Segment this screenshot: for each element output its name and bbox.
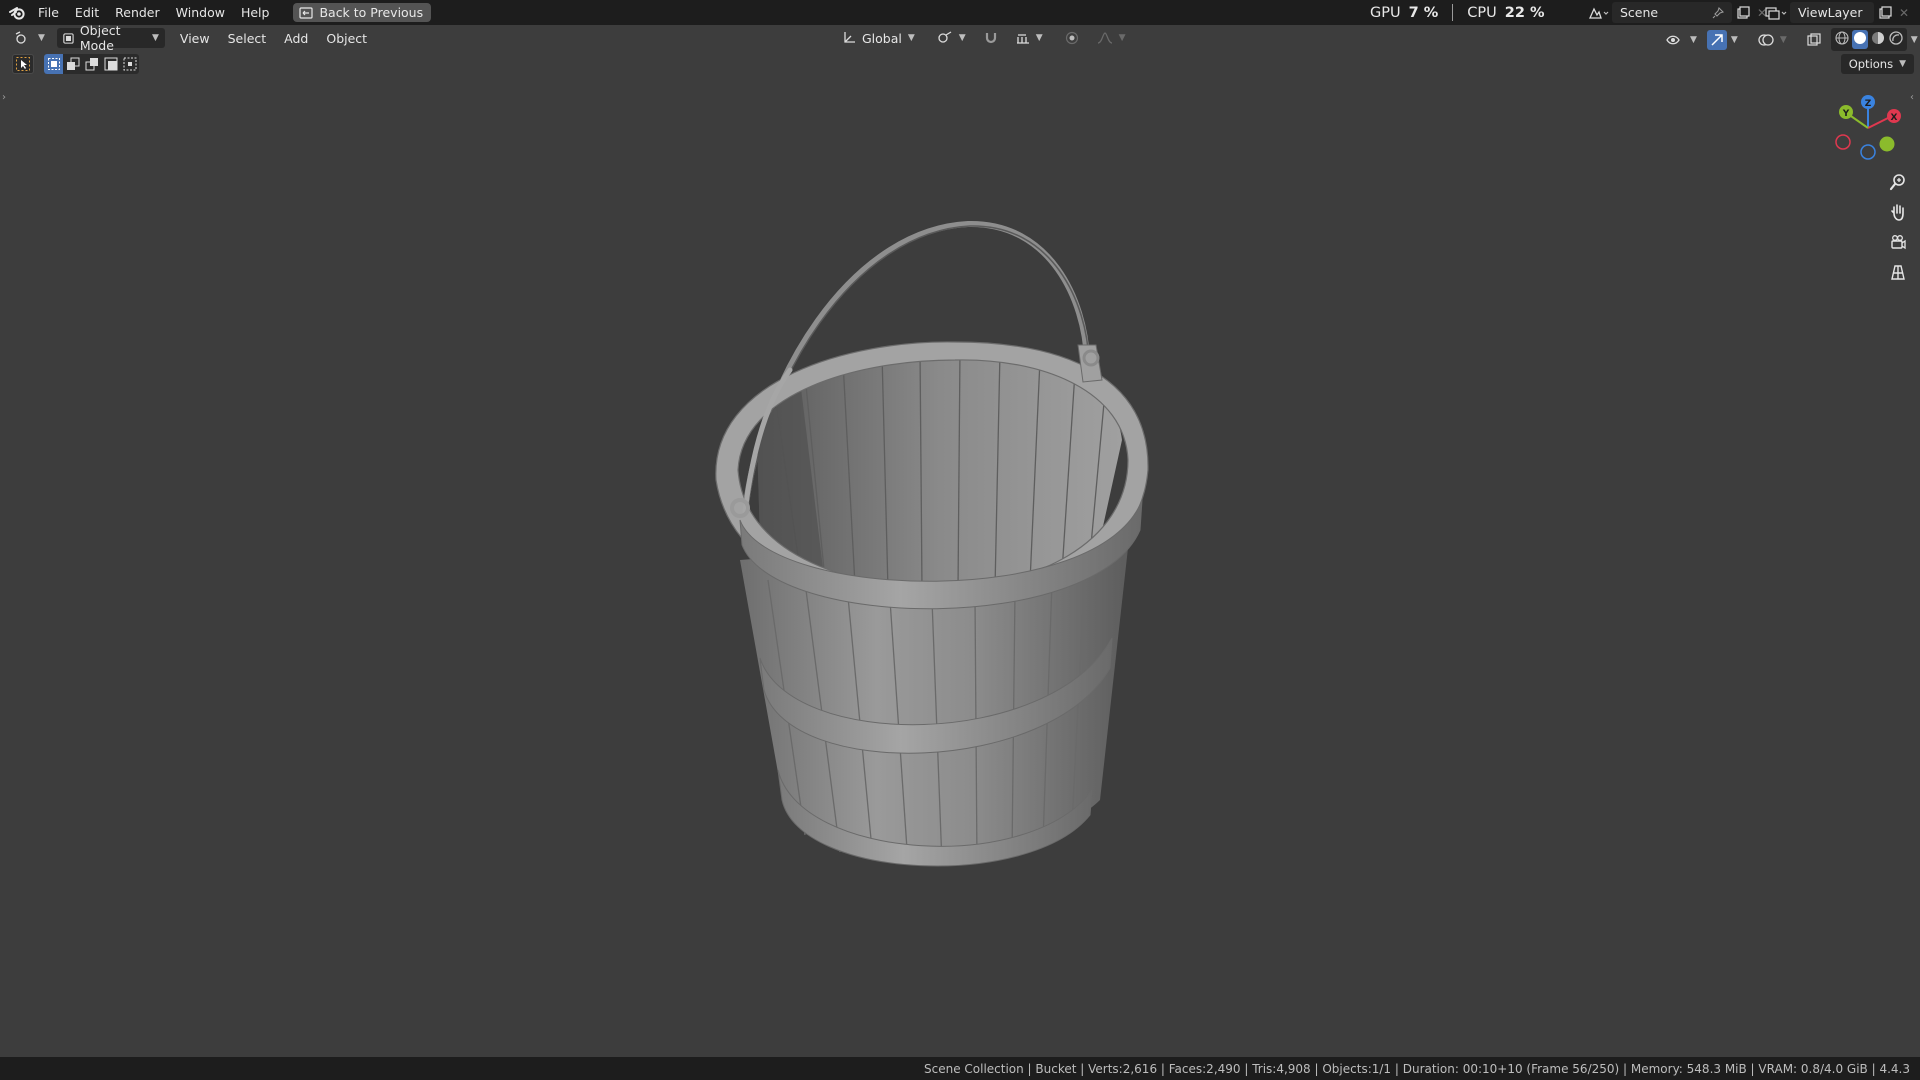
- gizmo-neg-z[interactable]: [1860, 144, 1876, 160]
- gizmo-y-label: Y: [1842, 109, 1850, 119]
- pan-hand-icon[interactable]: [1884, 198, 1912, 226]
- perspective-grid-icon[interactable]: [1884, 258, 1912, 286]
- gizmo-neg-y[interactable]: [1879, 136, 1895, 152]
- status-bar: Scene Collection | Bucket | Verts:2,616 …: [0, 1057, 1920, 1080]
- gizmo-x-label: X: [1891, 113, 1898, 123]
- zoom-icon[interactable]: [1884, 168, 1912, 196]
- bucket-model[interactable]: [0, 0, 1920, 1080]
- status-bar-stats: Scene Collection | Bucket | Verts:2,616 …: [923, 1061, 1910, 1076]
- navigation-gizmo[interactable]: Z X Y: [1828, 90, 1908, 170]
- camera-view-icon[interactable]: [1884, 228, 1912, 256]
- gizmo-z-label: Z: [1865, 99, 1872, 109]
- gizmo-neg-x[interactable]: [1835, 134, 1851, 150]
